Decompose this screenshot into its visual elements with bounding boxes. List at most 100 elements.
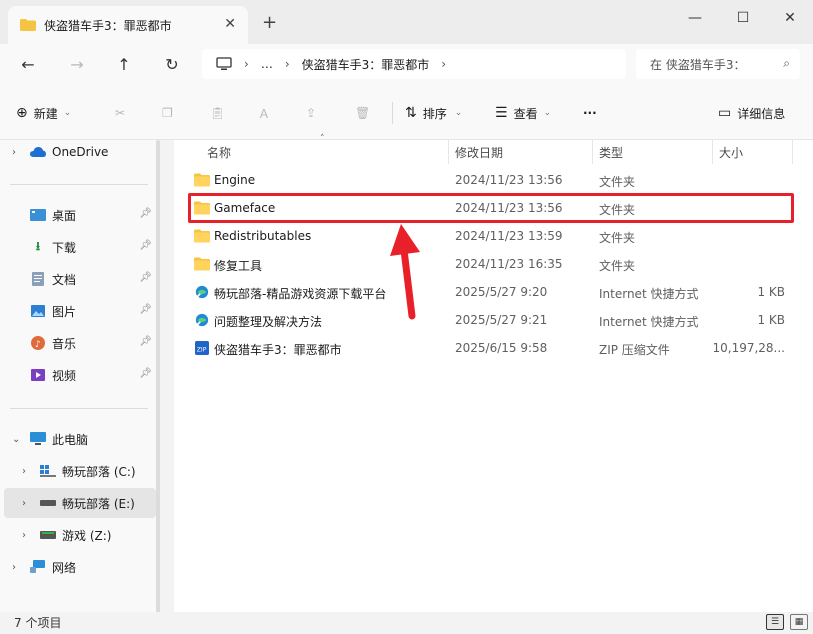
folder-icon [20, 19, 36, 31]
pin-icon[interactable]: 📌︎ [139, 336, 152, 347]
column-header-size[interactable]: 大小 [719, 140, 743, 164]
column-header-name[interactable]: 名称 [207, 140, 231, 164]
column-divider[interactable] [792, 140, 793, 164]
sidebar-item-this-pc[interactable]: ⌄ 此电脑 [4, 424, 156, 454]
sidebar-item-onedrive[interactable]: › OneDrive [4, 137, 156, 167]
document-icon [30, 272, 46, 286]
sidebar-item-music[interactable]: ♪ 音乐 📌︎ [4, 328, 156, 358]
sidebar-item-drive-z[interactable]: › 游戏 (Z:) [4, 520, 156, 550]
cut-icon[interactable]: ✂ [115, 102, 125, 124]
more-options-button[interactable]: ··· [583, 102, 597, 124]
sidebar-item-desktop[interactable]: 桌面 📌︎ [4, 200, 156, 230]
chevron-right-icon[interactable]: › [441, 57, 446, 71]
network-icon [30, 560, 46, 574]
maximize-button[interactable]: ☐ [728, 6, 758, 30]
tiles-view-icon[interactable]: ▦ [790, 614, 808, 630]
zip-file-icon: ZIP [195, 341, 209, 355]
column-header-type[interactable]: 类型 [599, 140, 623, 164]
view-list-icon: ☰ [495, 105, 508, 121]
forward-button[interactable]: → [64, 53, 90, 75]
column-divider[interactable] [712, 140, 713, 164]
sidebar-item-drive-c[interactable]: › 畅玩部落 (C:) [4, 456, 156, 486]
details-view-icon[interactable]: ☰ [766, 614, 784, 630]
sidebar-item-label: 文档 [52, 272, 77, 287]
file-name: 问题整理及解决方法 [214, 315, 323, 329]
highlight-box [188, 193, 794, 223]
file-row[interactable]: 畅玩部落-精品游戏资源下载平台 2025/5/27 9:20 Internet 快捷… [188, 280, 800, 306]
file-type: 文件夹 [599, 259, 636, 273]
file-date: 2025/5/27 9:20 [455, 285, 548, 299]
pin-icon[interactable]: 📌︎ [139, 240, 152, 251]
chevron-down-icon[interactable]: ⌄ [12, 434, 24, 445]
address-bar[interactable]: › … › 侠盗猎车手3：罪恶都市 › [202, 49, 626, 79]
up-button[interactable]: ↑ [111, 53, 137, 75]
sidebar-item-label: 畅玩部落 (E:) [62, 496, 135, 511]
sidebar-item-drive-e[interactable]: › 畅玩部落 (E:) [4, 488, 156, 518]
sidebar-scrollbar[interactable] [156, 140, 160, 614]
download-icon: ⭳ [35, 238, 41, 253]
tab-current-folder[interactable]: 侠盗猎车手3：罪恶都市 ✕ [8, 6, 248, 44]
drive-icon [40, 496, 56, 510]
delete-icon[interactable]: 🗑︎ [355, 102, 370, 124]
minimize-button[interactable]: — [680, 6, 710, 30]
rename-icon[interactable]: Ａ [258, 102, 270, 124]
sort-button-label: 排序 [422, 106, 447, 121]
sidebar-item-network[interactable]: › 网络 [4, 552, 156, 582]
command-bar: ⊕ 新建 ⌄ ✂ ❐ 📋︎ Ａ ⇪ 🗑︎ ⇅ 排序 ⌄ ☰ 查看 ⌄ ··· ▭… [0, 86, 813, 140]
file-row[interactable]: 问题整理及解决方法 2025/5/27 9:21 Internet 快捷方式 1 KB [188, 308, 800, 334]
file-name: 侠盗猎车手3：罪恶都市 [214, 343, 342, 357]
plus-circle-icon: ⊕ [16, 105, 28, 121]
file-date: 2024/11/23 16:35 [455, 257, 563, 271]
close-window-button[interactable]: ✕ [775, 6, 805, 30]
chevron-right-icon[interactable]: › [12, 147, 24, 158]
pin-icon[interactable]: 📌︎ [139, 368, 152, 379]
sidebar-item-pictures[interactable]: 图片 📌︎ [4, 296, 156, 326]
file-type: Internet 快捷方式 [599, 315, 699, 329]
search-input[interactable]: 在 侠盗猎车手3： ⌕ [636, 49, 800, 79]
item-count: 7 个项目 [14, 616, 62, 630]
file-date: 2025/6/15 9:58 [455, 341, 548, 355]
file-name: Engine [214, 173, 256, 187]
svg-text:ZIP: ZIP [197, 347, 207, 354]
sort-button[interactable]: ⇅ 排序 ⌄ [405, 102, 462, 124]
sidebar-item-videos[interactable]: 视频 📌︎ [4, 360, 156, 390]
tab-close-icon[interactable]: ✕ [224, 16, 236, 32]
svg-text:♪: ♪ [35, 340, 41, 350]
search-placeholder: 在 侠盗猎车手3： [650, 57, 746, 72]
file-date: 2024/11/23 13:56 [455, 173, 563, 187]
chevron-right-icon[interactable]: › [12, 562, 24, 573]
file-row[interactable]: Engine 2024/11/23 13:56 文件夹 [188, 168, 800, 194]
file-row[interactable]: ZIP 侠盗猎车手3：罪恶都市 2025/6/15 9:58 ZIP 压缩文件 10,1… [188, 336, 800, 362]
details-pane-button[interactable]: ▭ 详细信息 [718, 102, 785, 124]
status-bar: 7 个项目 ☰ ▦ [0, 612, 813, 634]
sidebar-item-documents[interactable]: 文档 📌︎ [4, 264, 156, 294]
column-header-date[interactable]: 修改日期 [455, 140, 503, 164]
share-icon[interactable]: ⇪ [306, 102, 316, 124]
chevron-right-icon[interactable]: › [22, 530, 34, 541]
new-tab-button[interactable]: + [262, 12, 277, 33]
sidebar-item-downloads[interactable]: ⭳ 下载 📌︎ [4, 232, 156, 262]
sidebar-item-label: 畅玩部落 (C:) [62, 464, 136, 479]
chevron-right-icon: › [244, 57, 249, 71]
new-button[interactable]: ⊕ 新建 ⌄ [16, 102, 71, 124]
chevron-right-icon[interactable]: › [22, 466, 34, 477]
column-divider[interactable] [592, 140, 593, 164]
sidebar-item-label: 下载 [52, 240, 77, 255]
back-button[interactable]: ← [15, 53, 41, 75]
paste-icon[interactable]: 📋︎ [210, 102, 225, 124]
pin-icon[interactable]: 📌︎ [139, 272, 152, 283]
breadcrumb-more[interactable]: … [261, 57, 273, 71]
file-row[interactable]: 修复工具 2024/11/23 16:35 文件夹 [188, 252, 800, 278]
chevron-right-icon[interactable]: › [22, 498, 34, 509]
pin-icon[interactable]: 📌︎ [139, 304, 152, 315]
new-button-label: 新建 [33, 106, 58, 121]
breadcrumb-current[interactable]: 侠盗猎车手3：罪恶都市 [302, 56, 430, 73]
sidebar-divider [10, 408, 148, 409]
pin-icon[interactable]: 📌︎ [139, 208, 152, 219]
refresh-button[interactable]: ↻ [159, 53, 185, 75]
view-button[interactable]: ☰ 查看 ⌄ [495, 102, 551, 124]
drive-icon [40, 528, 56, 542]
file-row[interactable]: Redistributables 2024/11/23 13:59 文件夹 [188, 224, 800, 250]
column-divider[interactable] [448, 140, 449, 164]
copy-icon[interactable]: ❐ [162, 102, 173, 124]
